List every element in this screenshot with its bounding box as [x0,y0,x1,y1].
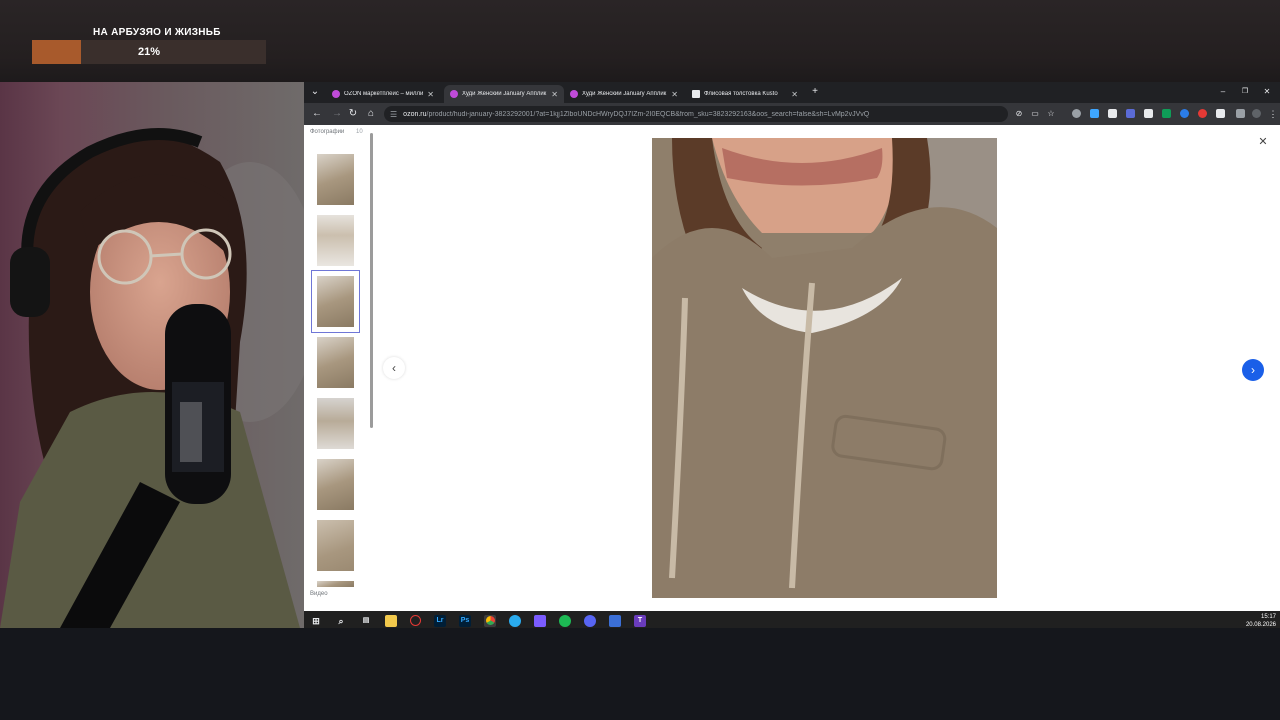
home-icon[interactable]: ⌂ [364,107,378,121]
thumbnail[interactable] [317,581,354,587]
tab-strip: ⌄ OZON маркетплейс – миллио ✕ Худи Женск… [304,82,1280,103]
close-tab-icon[interactable]: ✕ [671,90,678,99]
browser-toolbar: ← → ↻ ⌂ ☰ ozon.ru/product/hudi-january-3… [304,103,1280,125]
address-bar[interactable]: ☰ ozon.ru/product/hudi-january-382329200… [384,106,1008,122]
restore-icon[interactable]: ❐ [1238,85,1252,99]
minimize-icon[interactable]: – [1216,85,1230,99]
streamer-webcam-image [0,128,304,628]
thumbnail[interactable] [317,520,354,571]
stream-goal-banner: НА АРБУЗЯО И ЖИЗНЬБ 21% [0,0,1280,82]
close-window-icon[interactable]: ✕ [1260,85,1274,99]
url-path: /product/hudi-january-3823292001/?at=1kj… [426,110,870,118]
spotify-icon[interactable] [559,615,571,627]
chrome-icon[interactable] [484,615,496,627]
grid-app-icon[interactable] [534,615,546,627]
webcam-feed [0,82,304,628]
hoodie-photo-image [652,138,997,598]
profile-icon[interactable] [1252,109,1261,118]
windows-start-icon[interactable]: ⊞ [310,615,322,627]
menu-dots-icon[interactable]: ⋮ [1266,107,1280,121]
extension-7-icon[interactable] [1180,109,1189,118]
extension-3-icon[interactable] [1108,109,1117,118]
t-app-icon[interactable]: T [634,615,646,627]
goal-title: НА АРБУЗЯО И ЖИЗНЬБ [93,27,221,38]
tab-label: OZON маркетплейс – миллио [344,91,424,97]
extensions-puzzle-icon[interactable] [1216,109,1225,118]
stream-bottom-area [0,628,1280,720]
url-domain: ozon.ru [403,110,427,118]
back-icon[interactable]: ← [310,107,324,121]
photoshop-icon[interactable]: Ps [459,615,471,627]
install-icon[interactable]: ▭ [1028,107,1042,121]
goal-progress-bar: 21% [32,40,266,64]
main-product-photo[interactable] [652,138,997,598]
extension-4-icon[interactable] [1126,109,1135,118]
clock-time: 15:17 [1260,614,1276,620]
telegram-icon[interactable] [509,615,521,627]
browser-window: ⌄ OZON маркетплейс – миллио ✕ Худи Женск… [304,82,1280,611]
url-text[interactable]: ozon.ru/product/hudi-january-3823292001/… [403,111,869,118]
close-tab-icon[interactable]: ✕ [791,90,798,99]
lightroom-icon[interactable]: Lr [434,615,446,627]
next-photo-button[interactable]: › [1242,359,1264,381]
thumbnail[interactable] [317,154,354,205]
tab-hoodie[interactable]: Худи Женский January Апплик ✕ [564,85,684,103]
tab-label: Флисовая толстовка Kusto [704,91,778,97]
extension-5-icon[interactable] [1144,109,1153,118]
photos-label[interactable]: Фотографии [310,129,344,135]
ozon-favicon-icon [332,90,340,98]
arrow-right-icon: › [1251,363,1255,377]
goal-percent: 21% [137,46,161,58]
person-favicon-icon [692,90,700,98]
media-icon[interactable] [1236,109,1245,118]
close-tab-icon[interactable]: ✕ [551,90,558,99]
ozon-favicon-icon [450,90,458,98]
extension-1-icon[interactable] [1072,109,1081,118]
eye-off-icon[interactable]: ⊘ [1012,107,1026,121]
ozon-favicon-icon [570,90,578,98]
tab-ozon-marketplace[interactable]: OZON маркетплейс – миллио ✕ [326,85,440,103]
chrome-alt-icon[interactable] [410,615,421,626]
chevron-left-icon: ‹ [392,361,396,375]
product-photo-viewer: Фотографии 10 Видео ‹ ✕ › [304,125,1280,611]
video-label[interactable]: Видео [310,591,328,597]
tab-kusto[interactable]: Флисовая толстовка Kusto ✕ [686,85,804,103]
search-icon[interactable]: ⌕ [335,615,347,627]
site-info-icon[interactable]: ☰ [390,110,397,119]
photos-count: 10 [356,129,363,135]
close-tab-icon[interactable]: ✕ [427,90,434,99]
previous-photo-button[interactable]: ‹ [383,357,405,379]
task-view-icon[interactable]: ▤ [360,615,372,627]
tab-label: Худи Женский January Апплик [582,91,667,97]
extension-6-icon[interactable] [1162,109,1171,118]
discord-icon[interactable] [584,615,596,627]
thumbnail[interactable] [317,398,354,449]
tab-hoodie-active[interactable]: Худи Женский January Апплик ✕ [444,85,564,103]
file-explorer-icon[interactable] [385,615,397,627]
forward-icon[interactable]: → [330,107,344,121]
tab-search-icon[interactable]: ⌄ [308,85,322,99]
reload-icon[interactable]: ↻ [346,107,360,121]
tab-label: Худи Женский January Апплик [462,91,547,97]
extension-8-icon[interactable] [1198,109,1207,118]
thumbnail[interactable] [317,337,354,388]
extension-2-icon[interactable] [1090,109,1099,118]
thumbnail[interactable] [317,459,354,510]
close-icon[interactable]: ✕ [1256,135,1270,149]
stats-app-icon[interactable] [609,615,621,627]
thumbnail-selected[interactable] [311,270,360,333]
taskbar-clock[interactable]: 15:17 20.08.2026 [1232,613,1276,629]
bookmark-star-icon[interactable]: ☆ [1044,107,1058,121]
thumbnail-scrollbar[interactable] [370,133,373,428]
thumbnail-column: Фотографии 10 Видео [304,125,376,611]
thumbnail[interactable] [317,215,354,266]
plus-icon[interactable]: + [808,85,822,99]
